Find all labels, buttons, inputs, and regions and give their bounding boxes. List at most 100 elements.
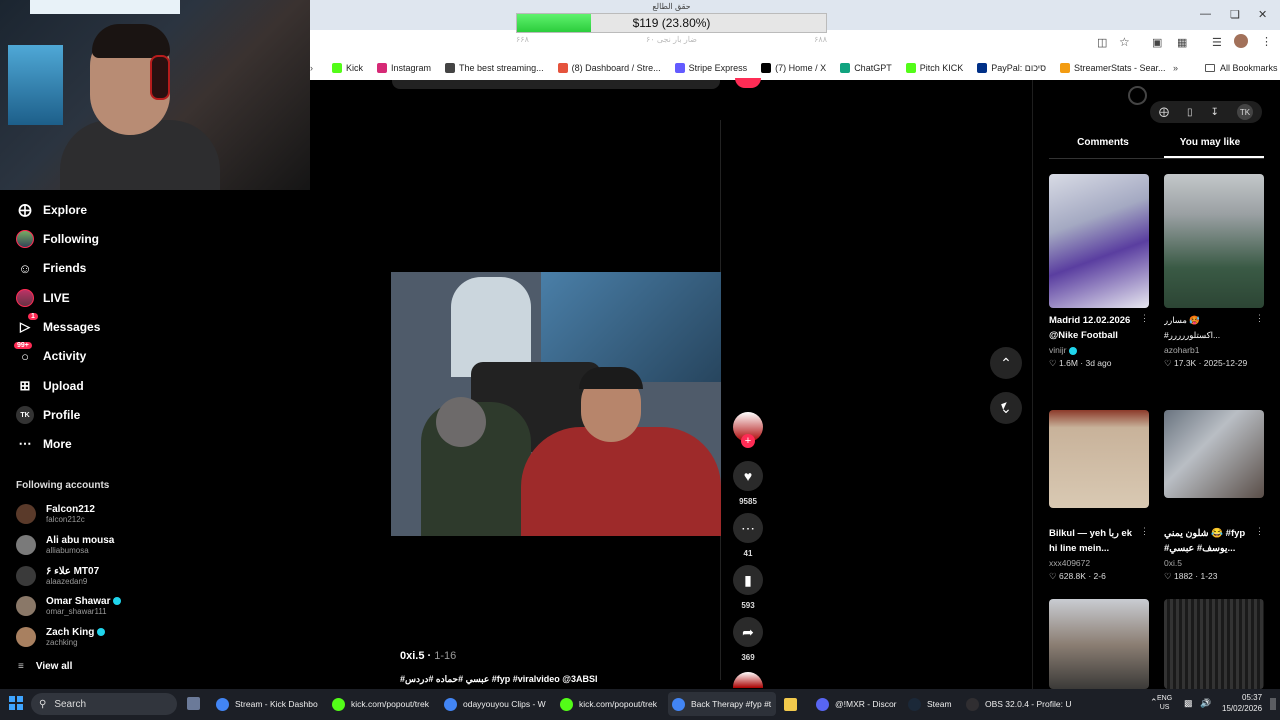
taskbar-app[interactable]: kick.com/popout/trek <box>328 692 434 716</box>
sidebar-item-activity[interactable]: ○ 99+ Activity <box>14 342 86 367</box>
taskbar-search[interactable]: ⚲ Search <box>31 693 177 715</box>
card-user[interactable]: xxx409672 <box>1049 558 1149 568</box>
taskbar-app[interactable]: OBS 32.0.4 - Profile: U <box>962 692 1072 716</box>
heart-icon[interactable]: ♥ <box>733 461 763 491</box>
card-thumbnail[interactable] <box>1049 599 1149 689</box>
taskbar-app[interactable]: Back Therapy #fyp #t <box>668 692 776 716</box>
bookmark-item[interactable]: The best streaming... <box>445 63 544 73</box>
follow-plus-icon[interactable]: + <box>741 434 755 448</box>
bookmark-label: Stripe Express <box>688 63 748 73</box>
taskbar-clock[interactable]: 05:37 15/02/2026 <box>1222 692 1262 714</box>
card-user[interactable]: 0xi.5 <box>1164 558 1264 568</box>
close-icon[interactable]: ✕ <box>1258 8 1267 21</box>
card-thumbnail[interactable] <box>1049 174 1149 308</box>
bookmark-item[interactable]: Pitch KICK <box>905 63 963 73</box>
tab-comments[interactable]: Comments <box>1053 137 1153 148</box>
sidebar-item-upload[interactable]: ⊞ Upload <box>16 375 84 397</box>
install-icon[interactable]: ◫ <box>1097 36 1107 49</box>
sidebar-item-explore[interactable]: ⨁ Explore <box>16 199 88 221</box>
card-thumbnail[interactable] <box>1049 410 1149 508</box>
notification-icon[interactable] <box>1270 698 1276 710</box>
bookmark-item[interactable]: (8) Dashboard / Stre... <box>557 63 661 73</box>
bookmark-label: Instagram <box>391 63 432 73</box>
more-options-icon[interactable]: ⋮ <box>1255 313 1264 324</box>
compass-tool-icon[interactable]: ⨁ <box>1159 107 1169 118</box>
sidebar-item-profile[interactable]: TK Profile <box>16 404 80 426</box>
following-account-item[interactable]: علاء ۶ MT07 alaazedan9 <box>16 562 99 590</box>
taskbar-app[interactable] <box>780 692 804 716</box>
profile-avatar[interactable] <box>1234 34 1248 48</box>
card-user[interactable]: vinijr <box>1049 345 1066 355</box>
language-indicator[interactable]: ENG US <box>1157 694 1172 712</box>
bookmark-star-icon[interactable]: ☆ <box>1119 35 1130 49</box>
card-title: Madrid 12.02.2026 <box>1049 315 1131 326</box>
following-avatar-icon <box>16 230 34 248</box>
following-account-item[interactable]: Zach King zachking <box>16 623 106 651</box>
previous-video-button[interactable]: ⌃ <box>990 347 1022 379</box>
taskbar-app[interactable]: Stream - Kick Dashbo <box>212 692 322 716</box>
more-options-icon[interactable]: ⋮ <box>1255 526 1264 537</box>
more-options-icon[interactable]: ⋮ <box>1140 526 1149 537</box>
taskbar-app[interactable]: Steam <box>904 692 954 716</box>
bookmark-item[interactable]: (7) Home / X <box>761 63 826 73</box>
video-author[interactable]: 0xi.5 · 1-16 <box>400 650 456 662</box>
bookmark-item[interactable]: ChatGPT <box>840 63 892 73</box>
phone-icon[interactable]: ▯ <box>1187 107 1193 118</box>
card-user[interactable]: azoharb1 <box>1164 345 1264 355</box>
windows-start-icon[interactable] <box>9 696 23 710</box>
save-action[interactable]: ▮ 593 <box>733 565 763 610</box>
menu-icon[interactable]: ⋮ <box>1261 35 1272 48</box>
view-all-link[interactable]: ≡ View all <box>18 661 72 672</box>
comment-action[interactable]: ⋯ 41 <box>733 513 763 558</box>
like-action[interactable]: ♥ 9585 <box>733 461 763 506</box>
minimize-icon[interactable]: — <box>1200 8 1211 20</box>
restore-icon[interactable]: ❏ <box>1230 8 1240 21</box>
chevron-right-icon[interactable]: » <box>1173 63 1178 73</box>
download-icon[interactable]: ↧ <box>1211 107 1219 118</box>
share-action[interactable]: ➦ 369 <box>733 617 763 662</box>
sidebar-item-friends[interactable]: ☺ Friends <box>16 257 86 279</box>
tiktok-icon[interactable]: TK <box>1236 104 1253 120</box>
account-name: Zach King <box>46 627 95 638</box>
bookmark-item[interactable]: PayPal: סיכום <box>977 63 1046 73</box>
following-account-item[interactable]: Ali abu mousa alliabumosa <box>16 531 114 559</box>
sidebar-item-following[interactable]: Following <box>16 228 99 250</box>
account-username: zachking <box>46 638 78 647</box>
bookmark-item[interactable]: Instagram <box>377 63 431 73</box>
bookmark-item[interactable]: Stripe Express <box>674 63 748 73</box>
sidebar-item-live[interactable]: LIVE <box>16 287 70 309</box>
bookmark-item[interactable]: Kick <box>332 63 363 73</box>
more-options-icon[interactable]: ⋮ <box>1140 313 1149 324</box>
card-thumbnail[interactable] <box>1164 410 1264 498</box>
puzzle-icon[interactable]: ▦ <box>1177 36 1187 49</box>
language-code: ENG <box>1157 695 1173 702</box>
network-icon[interactable]: ▩ <box>1184 698 1193 709</box>
recommended-card[interactable] <box>1164 174 1264 308</box>
recommended-card[interactable] <box>1049 410 1149 508</box>
taskbar-app[interactable]: odayyouyou Clips - W <box>440 692 550 716</box>
task-view-icon[interactable] <box>187 697 200 710</box>
bookmark-icon[interactable]: ▮ <box>733 565 763 595</box>
taskbar-app[interactable]: kick.com/popout/trek <box>556 692 662 716</box>
all-bookmarks[interactable]: All Bookmarks <box>1205 63 1278 73</box>
share-icon[interactable]: ➦ <box>733 617 763 647</box>
taskbar-app[interactable]: @!MXR - Discor <box>812 692 897 716</box>
upload-icon: ⊞ <box>19 378 31 393</box>
volume-icon[interactable]: 🔊 <box>1200 698 1211 709</box>
card-date: 3d ago <box>1085 358 1112 368</box>
following-account-item[interactable]: Omar Shawar omar_shawar111 <box>16 592 122 620</box>
recommended-card[interactable] <box>1164 410 1264 498</box>
comment-icon[interactable]: ⋯ <box>733 513 763 543</box>
extension-icon[interactable]: ▣ <box>1152 36 1162 49</box>
card-thumbnail[interactable] <box>1164 174 1264 308</box>
sidebar-item-messages[interactable]: ▷ 1 Messages <box>16 313 100 338</box>
card-thumbnail[interactable] <box>1164 599 1264 689</box>
tab-you-may-like[interactable]: You may like <box>1160 137 1260 148</box>
recommended-card[interactable] <box>1049 174 1149 308</box>
sidebar-item-more[interactable]: ⋯ More <box>16 433 72 455</box>
video-player[interactable] <box>391 272 721 536</box>
following-account-item[interactable]: Falcon212 falcon212c <box>16 500 95 528</box>
taskbar-app-label: OBS 32.0.4 - Profile: U <box>985 699 1072 709</box>
bookmark-item[interactable]: StreamerStats - Sear... <box>1059 63 1166 73</box>
media-icon[interactable]: ☰ <box>1212 36 1222 49</box>
